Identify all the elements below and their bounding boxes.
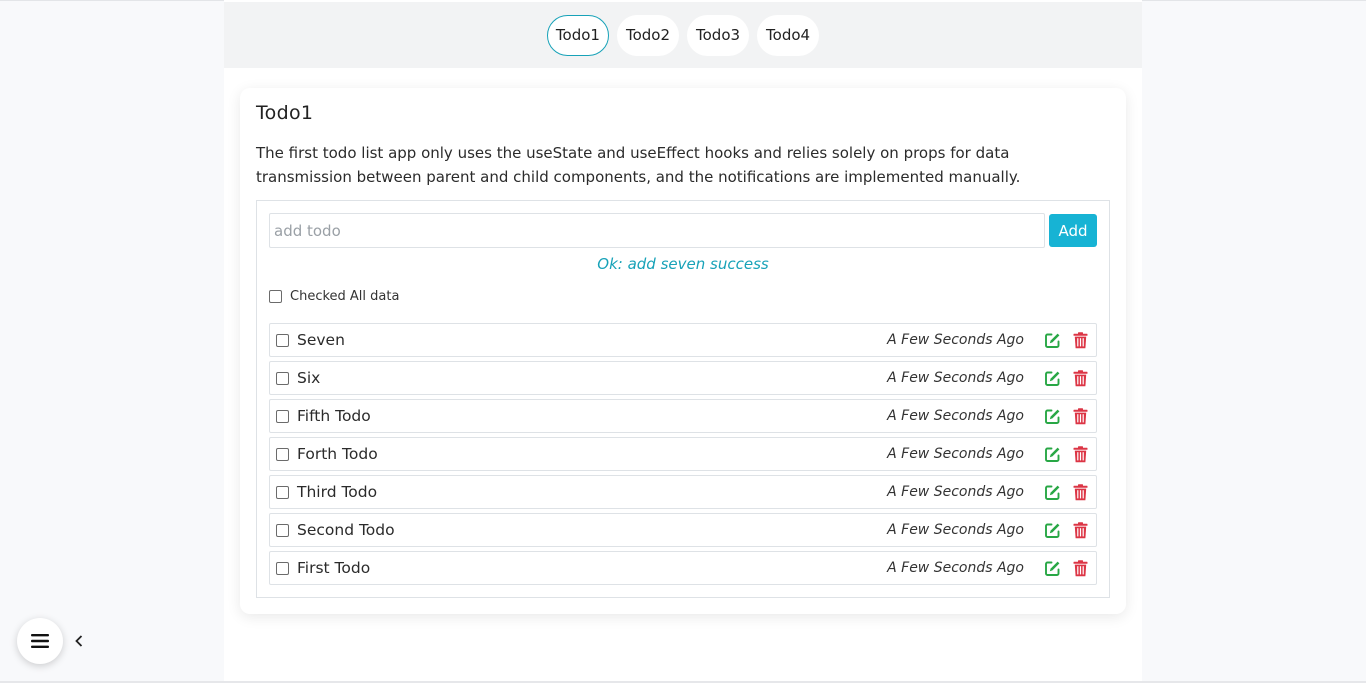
edit-icon	[1044, 371, 1059, 386]
delete-button[interactable]	[1070, 558, 1090, 578]
todo-timestamp: A Few Seconds Ago	[887, 332, 1024, 348]
edit-icon	[1044, 333, 1059, 348]
edit-button[interactable]	[1042, 406, 1062, 426]
edit-icon	[1044, 409, 1059, 424]
edit-icon	[1044, 523, 1059, 538]
todo-text: First Todo	[297, 559, 371, 577]
edit-icon	[1044, 447, 1059, 462]
todo-text: Second Todo	[297, 521, 395, 539]
hamburger-menu-icon	[31, 634, 49, 648]
check-all-checkbox[interactable]	[269, 290, 282, 303]
todo-item: Six A Few Seconds Ago	[269, 361, 1097, 395]
todo-list: Seven A Few Seconds Ago Six A Few Seconds A…	[269, 323, 1097, 589]
check-all-row[interactable]: Checked All data	[269, 289, 399, 304]
todo-text: Six	[297, 369, 321, 387]
delete-button[interactable]	[1070, 368, 1090, 388]
delete-button[interactable]	[1070, 482, 1090, 502]
todo-item: Seven A Few Seconds Ago	[269, 323, 1097, 357]
chevron-left-icon	[75, 635, 83, 647]
todo-checkbox[interactable]	[276, 371, 289, 385]
todo-timestamp: A Few Seconds Ago	[887, 408, 1024, 424]
tab-todo1[interactable]: Todo1	[546, 14, 609, 56]
delete-button[interactable]	[1070, 406, 1090, 426]
todo-nav: Todo1 Todo2 Todo3 Todo4	[224, 2, 1142, 68]
trash-icon	[1073, 369, 1087, 386]
check-all-label: Checked All data	[290, 289, 400, 304]
collapse-button[interactable]	[72, 632, 86, 650]
tab-todo2[interactable]: Todo2	[616, 14, 679, 56]
todo-item: Second Todo A Few Seconds Ago	[269, 513, 1097, 547]
add-button[interactable]: Add	[1049, 214, 1097, 247]
edit-button[interactable]	[1042, 482, 1062, 502]
delete-button[interactable]	[1070, 444, 1090, 464]
trash-icon	[1073, 331, 1087, 348]
todo-text: Seven	[297, 331, 345, 349]
edit-button[interactable]	[1042, 330, 1062, 350]
page-container: Todo1 Todo2 Todo3 Todo4 Todo1 The first …	[224, 0, 1142, 683]
edit-icon	[1044, 561, 1059, 576]
edit-button[interactable]	[1042, 444, 1062, 464]
trash-icon	[1073, 521, 1087, 538]
todo-text: Forth Todo	[297, 445, 378, 463]
todo-checkbox[interactable]	[276, 447, 289, 461]
edit-icon	[1044, 485, 1059, 500]
todo-checkbox[interactable]	[276, 485, 289, 499]
todo-item: First Todo A Few Seconds Ago	[269, 551, 1097, 585]
todo-checkbox[interactable]	[276, 523, 289, 537]
edit-button[interactable]	[1042, 558, 1062, 578]
trash-icon	[1073, 483, 1087, 500]
edit-button[interactable]	[1042, 368, 1062, 388]
todo-checkbox[interactable]	[276, 561, 289, 575]
trash-icon	[1073, 407, 1087, 424]
todo-text: Fifth Todo	[297, 407, 371, 425]
todo-checkbox[interactable]	[276, 333, 289, 347]
trash-icon	[1073, 445, 1087, 462]
todo-checkbox[interactable]	[276, 409, 289, 423]
menu-button[interactable]	[17, 618, 63, 664]
add-todo-input[interactable]	[269, 213, 1045, 248]
delete-button[interactable]	[1070, 330, 1090, 350]
todo-item: Forth Todo A Few Seconds Ago	[269, 437, 1097, 471]
todo-timestamp: A Few Seconds Ago	[887, 484, 1024, 500]
trash-icon	[1073, 559, 1087, 576]
todo-timestamp: A Few Seconds Ago	[887, 370, 1024, 386]
tab-todo3[interactable]: Todo3	[687, 14, 750, 56]
todo-box: Add Ok: add seven success Checked All da…	[256, 200, 1110, 598]
todo-timestamp: A Few Seconds Ago	[887, 560, 1024, 576]
status-message: Ok: add seven success	[597, 255, 769, 273]
card-title: Todo1	[256, 102, 314, 124]
todo-timestamp: A Few Seconds Ago	[887, 446, 1024, 462]
card-description: The first todo list app only uses the us…	[256, 144, 1021, 186]
todo-text: Third Todo	[297, 483, 378, 501]
delete-button[interactable]	[1070, 520, 1090, 540]
edit-button[interactable]	[1042, 520, 1062, 540]
todo-item: Third Todo A Few Seconds Ago	[269, 475, 1097, 509]
todo-timestamp: A Few Seconds Ago	[887, 522, 1024, 538]
tab-todo4[interactable]: Todo4	[757, 14, 820, 56]
todo-card: Todo1 The first todo list app only uses …	[240, 88, 1126, 614]
todo-item: Fifth Todo A Few Seconds Ago	[269, 399, 1097, 433]
